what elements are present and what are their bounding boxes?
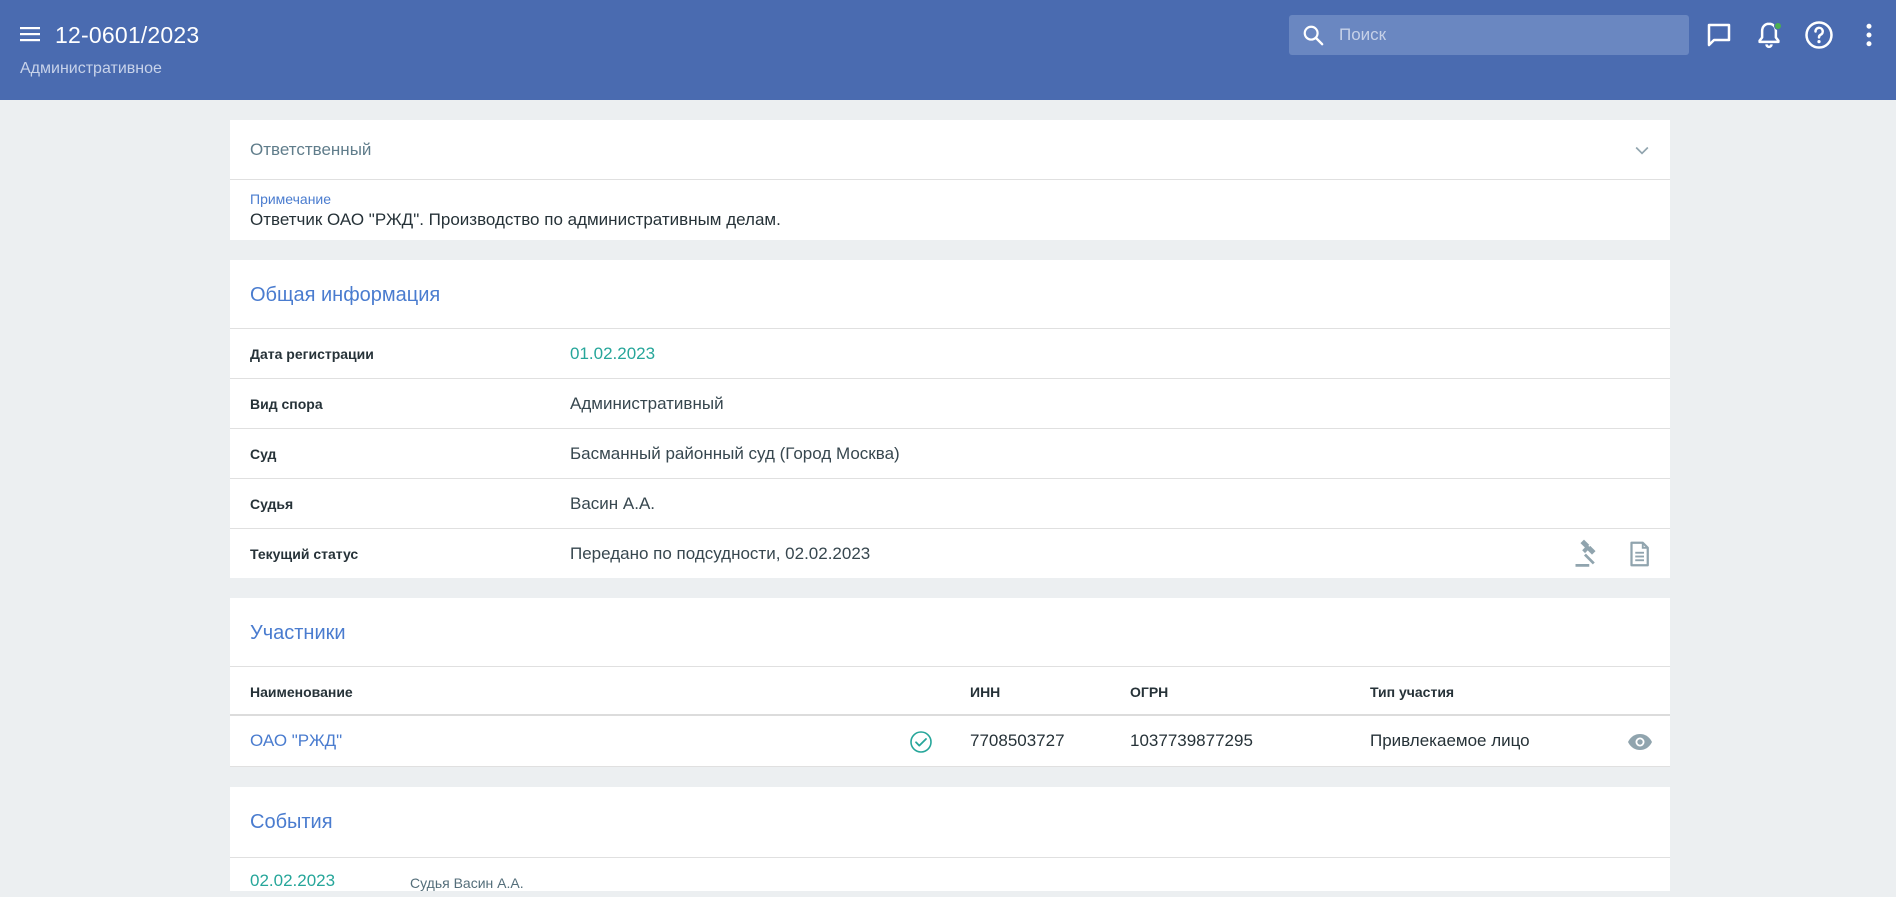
column-header-inn: ИНН: [970, 684, 1001, 700]
chevron-down-icon[interactable]: [1632, 140, 1652, 160]
info-label: Суд: [250, 446, 277, 462]
responsible-dropdown[interactable]: Ответственный: [230, 120, 1670, 180]
column-header-name: Наименование: [250, 684, 353, 700]
participants-title: Участники: [250, 622, 346, 644]
list-item: 02.02.2023 Судья Васин А.А.: [230, 857, 1670, 897]
responsible-card: Ответственный Примечание Ответчик ОАО "Р…: [230, 120, 1670, 240]
participant-type: Привлекаемое лицо: [1370, 731, 1530, 750]
case-type-subtitle: Административное: [20, 60, 162, 77]
search-input[interactable]: [1339, 15, 1679, 55]
participant-inn: 7708503727: [970, 731, 1065, 750]
current-status-value: Передано по подсудности, 02.02.2023: [570, 544, 871, 563]
column-header-ogrn: ОГРН: [1130, 684, 1169, 700]
event-date: 02.02.2023: [250, 871, 336, 890]
court-value: Басманный районный суд (Город Москва): [570, 444, 900, 463]
column-header-participation-type: Тип участия: [1370, 684, 1455, 700]
hamburger-icon[interactable]: [18, 22, 42, 46]
note-text: Ответчик ОАО "РЖД". Производство по адми…: [250, 210, 781, 229]
help-icon[interactable]: [1804, 20, 1834, 50]
participant-name-link[interactable]: ОАО "РЖД": [250, 731, 342, 751]
dispute-type-value: Административный: [570, 394, 724, 413]
info-label: Текущий статус: [250, 546, 359, 562]
note-label: Примечание: [250, 191, 332, 207]
general-info-title: Общая информация: [250, 284, 441, 306]
search-box[interactable]: [1289, 15, 1689, 55]
general-info-card: Общая информация Дата регистрации 01.02.…: [230, 260, 1670, 578]
info-label: Дата регистрации: [250, 346, 374, 362]
info-row-court: Суд Басманный районный суд (Город Москва…: [230, 428, 1670, 478]
notification-dot: [1774, 22, 1782, 30]
eye-icon[interactable]: [1627, 731, 1653, 753]
events-card: События 02.02.2023 Судья Васин А.А.: [230, 787, 1670, 891]
info-label: Вид спора: [250, 396, 323, 412]
gavel-icon[interactable]: [1573, 539, 1603, 569]
participant-ogrn: 1037739877295: [1130, 731, 1253, 750]
info-row-registration-date: Дата регистрации 01.02.2023: [230, 328, 1670, 378]
top-bar: 12-0601/2023 Административное: [0, 0, 1896, 100]
info-row-current-status: Текущий статус Передано по подсудности, …: [230, 528, 1670, 578]
events-title: События: [250, 811, 333, 833]
more-vertical-icon[interactable]: [1854, 20, 1884, 50]
participants-card: Участники Наименование ИНН ОГРН Тип учас…: [230, 598, 1670, 767]
bell-icon[interactable]: [1754, 20, 1784, 50]
document-icon[interactable]: [1624, 539, 1654, 569]
search-icon: [1302, 24, 1324, 46]
case-number-title: 12-0601/2023: [55, 22, 200, 48]
verified-check-icon: [909, 730, 933, 754]
participants-table-header: Наименование ИНН ОГРН Тип участия: [230, 666, 1670, 716]
registration-date-value: 01.02.2023: [570, 344, 656, 363]
judge-value: Васин А.А.: [570, 494, 656, 513]
info-row-judge: Судья Васин А.А.: [230, 478, 1670, 528]
chat-icon[interactable]: [1704, 20, 1734, 50]
table-row: ОАО "РЖД" 7708503727 1037739877295 Привл…: [230, 717, 1670, 767]
responsible-label: Ответственный: [250, 140, 372, 159]
info-row-dispute-type: Вид спора Административный: [230, 378, 1670, 428]
event-text: Судья Васин А.А.: [410, 875, 524, 891]
info-label: Судья: [250, 496, 294, 512]
